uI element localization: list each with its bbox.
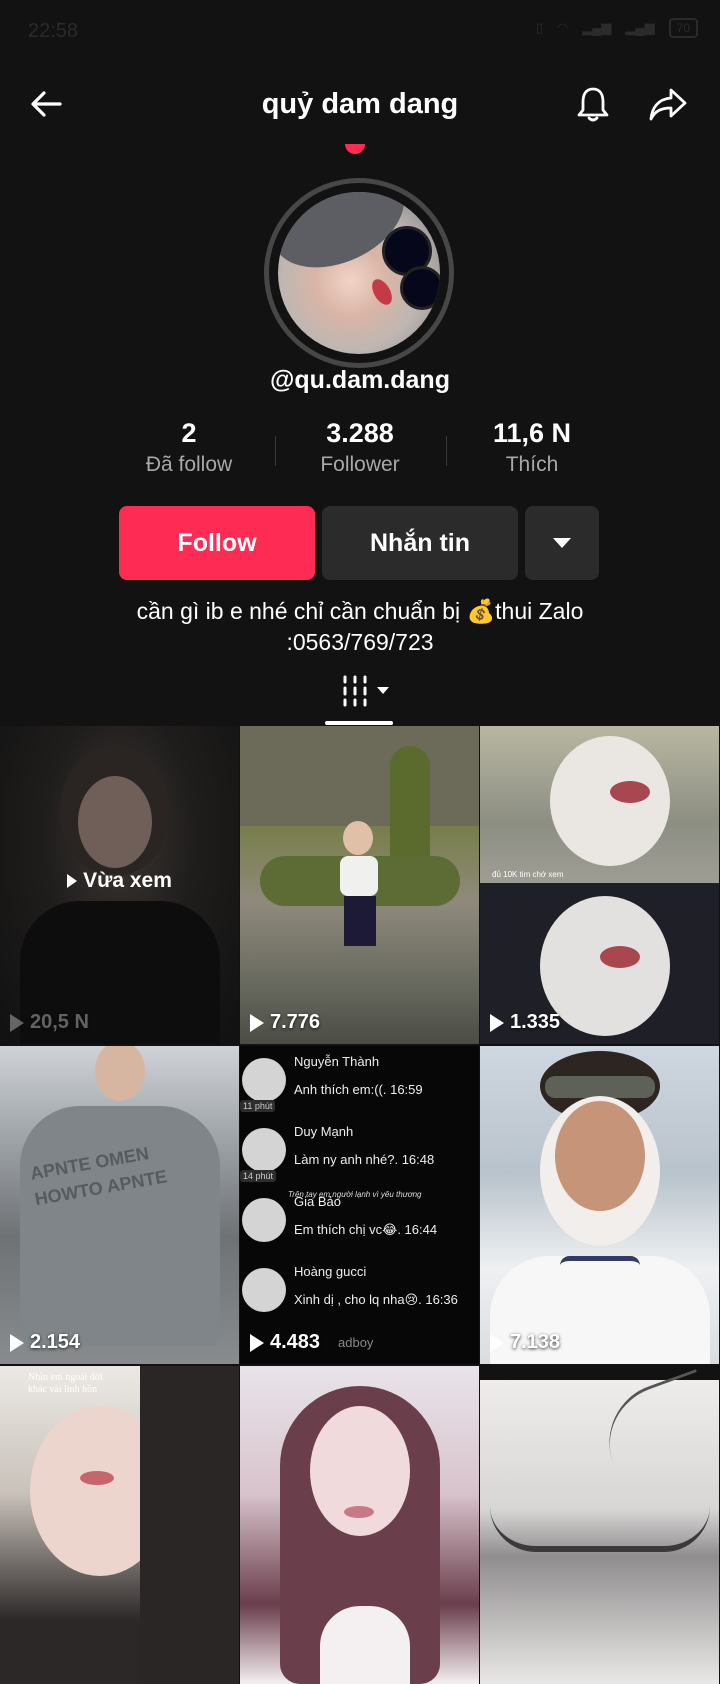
video-thumbnail[interactable]: 7.776 — [240, 726, 479, 1044]
username-handle: @qu.dam.dang — [270, 366, 450, 394]
play-icon — [250, 1333, 264, 1352]
bell-icon — [577, 87, 609, 122]
chat-message: Làm ny anh nhé?. 16:48 — [294, 1152, 435, 1167]
play-icon — [10, 1013, 24, 1032]
chat-row: 11 phút Nguyễn Thành Anh thích em:((. 16… — [240, 1054, 479, 1114]
signal-icon: ▂▄▆ — [625, 20, 655, 35]
grid-icon — [343, 675, 367, 707]
message-button[interactable]: Nhắn tin — [322, 506, 518, 580]
stat-following[interactable]: 2 Đã follow — [104, 418, 274, 477]
view-count: 7.776 — [250, 1011, 320, 1034]
profile-bio: cần gì ib e nhé chỉ cần chuẩn bị 💰thui Z… — [60, 596, 660, 658]
stat-followers[interactable]: 3.288 Follower — [275, 418, 445, 477]
chat-name: Hoàng gucci — [294, 1264, 367, 1279]
tab-indicator — [325, 721, 393, 725]
caret-down-icon — [553, 538, 571, 548]
share-button[interactable] — [640, 76, 696, 132]
watched-label: Vừa xem — [0, 869, 239, 893]
chat-row: 14 phút Duy Mạnh Làm ny anh nhé?. 16:48 — [240, 1124, 479, 1184]
chat-avatar — [242, 1198, 286, 1242]
view-count: 20,5 N — [10, 1011, 89, 1034]
status-bar: 22:58 ▯ ◠ ▂▄▆ ▂▄▆ 70 — [0, 0, 720, 60]
profile-stats: 2 Đã follow 3.288 Follower 11,6 N Thích — [0, 418, 720, 488]
follow-button[interactable]: Follow — [119, 506, 315, 580]
view-count-text: 7.138 — [510, 1331, 561, 1353]
battery-icon: 70 — [668, 18, 698, 38]
video-thumbnail[interactable]: 7.138 — [480, 1046, 719, 1364]
status-time: 22:58 — [28, 20, 79, 42]
chat-row: Hoàng gucci Xinh dị , cho lq nha😢. 16:36 — [240, 1264, 479, 1324]
view-count: 4.483 — [250, 1331, 320, 1354]
chat-footer: adboy — [338, 1335, 374, 1350]
content-tabs — [0, 668, 720, 726]
view-count: 1.335 — [490, 1011, 560, 1034]
view-count: 7.138 — [490, 1331, 560, 1354]
video-caption: Nhìn em ngoài đời khác vài linh hồn — [28, 1372, 103, 1395]
tab-videos[interactable] — [340, 674, 390, 708]
notification-button[interactable] — [565, 76, 621, 132]
chat-avatar — [242, 1058, 286, 1102]
chat-message: Anh thích em:((. 16:59 — [294, 1082, 423, 1097]
chat-avatar — [242, 1128, 286, 1172]
view-count-text: 7.776 — [270, 1011, 321, 1033]
stat-likes[interactable]: 11,6 N Thích — [447, 418, 617, 477]
view-count: 2.154 — [10, 1331, 80, 1354]
view-count-text: 20,5 N — [30, 1011, 89, 1033]
chat-name: Gia Bảo — [294, 1194, 341, 1209]
view-count-text: 4.483 — [270, 1331, 321, 1353]
chat-message: Xinh dị , cho lq nha😢. 16:36 — [294, 1292, 458, 1307]
stat-label: Đã follow — [145, 453, 233, 476]
stat-label: Follower — [320, 453, 400, 476]
bio-line: :0563/769/723 — [286, 629, 434, 655]
video-thumbnail[interactable]: 11 phút Nguyễn Thành Anh thích em:((. 16… — [240, 1046, 479, 1364]
video-thumbnail[interactable]: Nhìn em ngoài đời khác vài linh hồn — [0, 1366, 239, 1684]
video-thumbnail[interactable]: đủ 10K tim chớ xem 1.335 — [480, 726, 719, 1044]
video-thumbnail[interactable]: Vừa xem 20,5 N — [0, 726, 239, 1044]
signal-icon: ▂▄▆ — [582, 20, 612, 35]
chat-badge: 11 phút — [240, 1100, 276, 1112]
play-icon — [67, 874, 78, 888]
caret-down-icon — [377, 687, 389, 694]
chat-name: Duy Mạnh — [294, 1124, 354, 1139]
vibrate-icon: ▯ — [535, 20, 543, 35]
chat-message: Em thích chị vc😂. 16:44 — [294, 1222, 438, 1237]
play-icon — [490, 1013, 504, 1032]
share-icon — [649, 88, 687, 121]
view-count-text: 1.335 — [510, 1011, 561, 1033]
wifi-icon: ◠ — [556, 20, 569, 35]
video-thumbnail[interactable]: APNTE OMEN HOWTO APNTE 2.154 — [0, 1046, 239, 1364]
stat-value: 2 — [181, 418, 197, 448]
play-icon — [10, 1333, 24, 1352]
status-icons: ▯ ◠ ▂▄▆ ▂▄▆ 70 — [536, 18, 698, 38]
play-icon — [490, 1333, 504, 1352]
avatar-image — [278, 192, 440, 354]
chat-row: Gia Bảo Em thích chị vc😂. 16:44 — [240, 1194, 479, 1254]
stat-value: 11,6 N — [492, 418, 572, 448]
avatar[interactable] — [264, 178, 454, 368]
bio-line: cần gì ib e nhé chỉ cần chuẩn bị 💰thui Z… — [136, 598, 584, 624]
play-icon — [250, 1013, 264, 1032]
stat-value: 3.288 — [326, 418, 394, 448]
live-indicator — [345, 144, 365, 154]
view-count-text: 2.154 — [30, 1331, 81, 1353]
chat-badge: 14 phút — [240, 1170, 277, 1182]
stat-divider — [446, 436, 447, 466]
suggestions-dropdown-button[interactable] — [525, 506, 599, 580]
top-bar: quỷ dam dang — [0, 68, 720, 140]
video-thumbnail[interactable] — [240, 1366, 479, 1684]
chat-avatar — [242, 1268, 286, 1312]
chat-name: Nguyễn Thành — [294, 1054, 380, 1069]
watched-text: Vừa xem — [83, 869, 172, 892]
video-thumbnail[interactable] — [480, 1366, 719, 1684]
stat-divider — [275, 436, 276, 466]
stat-label: Thích — [505, 453, 559, 476]
video-caption: đủ 10K tim chớ xem — [492, 870, 564, 879]
